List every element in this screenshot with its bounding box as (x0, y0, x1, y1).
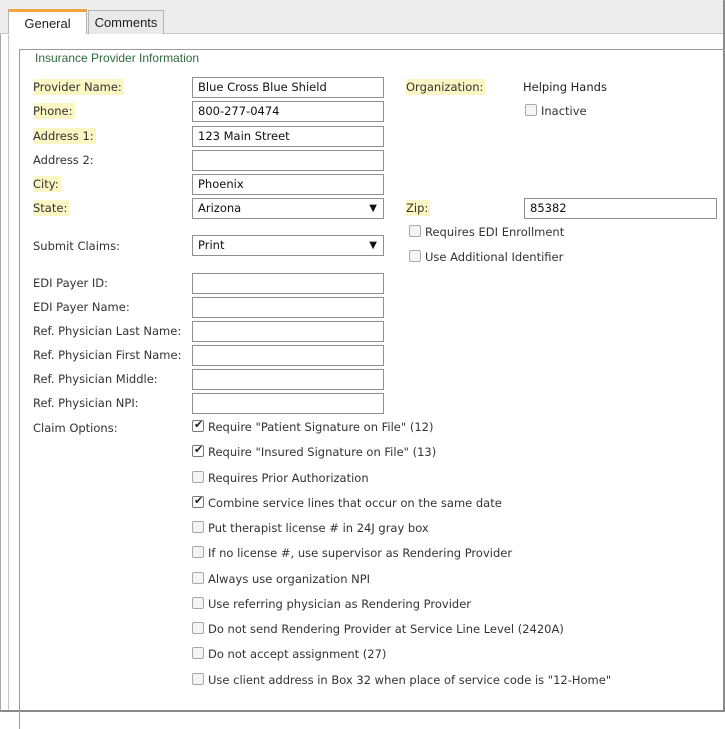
organization-value: Helping Hands (523, 80, 607, 94)
state-select[interactable]: Arizona ▼ (192, 198, 384, 219)
address1-label: Address 1: (33, 128, 96, 144)
claim-option-checkbox[interactable] (192, 546, 204, 558)
claim-option-label: Require "Insured Signature on File" (13) (208, 445, 437, 459)
ref-physician-middle-label: Ref. Physician Middle: (33, 372, 158, 386)
claim-option-label: Put therapist license # in 24J gray box (208, 521, 429, 535)
edi-payer-id-label: EDI Payer ID: (33, 276, 109, 290)
claim-option-checkbox[interactable]: ✔ (192, 418, 204, 432)
claim-option-label: Always use organization NPI (208, 572, 371, 586)
edi-payer-id-input[interactable] (192, 273, 384, 294)
ref-physician-first-input[interactable] (192, 345, 384, 366)
address2-input[interactable] (192, 150, 384, 171)
ref-physician-npi-label: Ref. Physician NPI: (33, 396, 139, 410)
checkmark-icon: ✔ (194, 418, 204, 431)
ref-physician-middle-input[interactable] (192, 369, 384, 390)
claim-option-checkbox[interactable] (192, 572, 204, 584)
organization-label: Organization: (406, 79, 486, 95)
phone-label: Phone: (33, 103, 75, 119)
additional-identifier-label: Use Additional Identifier (425, 250, 564, 264)
city-label: City: (33, 176, 61, 192)
phone-input[interactable]: 800-277-0474 (192, 101, 384, 122)
zip-input[interactable]: 85382 (524, 198, 717, 219)
inactive-label: Inactive (541, 104, 587, 118)
triangle-down-icon: ▼ (369, 203, 377, 214)
zip-label: Zip: (406, 200, 431, 216)
ref-physician-last-input[interactable] (192, 321, 384, 342)
tab-comments[interactable]: Comments (88, 10, 164, 34)
checkmark-icon: ✔ (194, 494, 204, 507)
provider-name-label: Provider Name: (33, 79, 124, 95)
address1-input[interactable]: 123 Main Street (192, 126, 384, 147)
submit-claims-value: Print (198, 238, 225, 252)
inactive-checkbox[interactable] (525, 104, 537, 116)
state-select-value: Arizona (198, 201, 242, 215)
tab-bar: General Comments (0, 0, 723, 34)
provider-name-input[interactable]: Blue Cross Blue Shield (192, 77, 384, 98)
claim-option-checkbox[interactable]: ✔ (192, 494, 204, 508)
claim-option-checkbox[interactable] (192, 647, 204, 659)
claim-option-checkbox[interactable]: ✔ (192, 443, 204, 457)
state-label: State: (33, 200, 70, 216)
additional-identifier-checkbox[interactable] (409, 250, 421, 262)
claim-option-checkbox[interactable] (192, 521, 204, 533)
triangle-down-icon: ▼ (369, 240, 377, 251)
claim-option-checkbox[interactable] (192, 622, 204, 634)
claim-option-label: Combine service lines that occur on the … (208, 496, 502, 510)
claim-options-label: Claim Options: (33, 421, 118, 435)
claim-option-label: Do not send Rendering Provider at Servic… (208, 622, 564, 636)
claim-option-checkbox[interactable] (192, 673, 204, 685)
ref-physician-last-label: Ref. Physician Last Name: (33, 324, 182, 338)
claim-option-label: If no license #, use supervisor as Rende… (208, 546, 513, 560)
ref-physician-first-label: Ref. Physician First Name: (33, 348, 182, 362)
city-input[interactable]: Phoenix (192, 174, 384, 195)
requires-edi-checkbox[interactable] (409, 225, 421, 237)
submit-claims-select[interactable]: Print ▼ (192, 235, 384, 256)
checkmark-icon: ✔ (194, 443, 204, 456)
claim-option-label: Use client address in Box 32 when place … (208, 673, 612, 687)
claim-option-label: Do not accept assignment (27) (208, 647, 387, 661)
claim-option-checkbox[interactable] (192, 597, 204, 609)
ref-physician-npi-input[interactable] (192, 393, 384, 414)
edi-payer-name-label: EDI Payer Name: (33, 300, 130, 314)
tab-general[interactable]: General (8, 9, 87, 34)
claim-option-label: Requires Prior Authorization (208, 471, 369, 485)
claim-option-checkbox[interactable] (192, 471, 204, 483)
address2-label: Address 2: (33, 153, 94, 167)
claim-option-label: Require "Patient Signature on File" (12) (208, 420, 434, 434)
submit-claims-label: Submit Claims: (33, 239, 120, 253)
requires-edi-label: Requires EDI Enrollment (425, 225, 565, 239)
claim-option-label: Use referring physician as Rendering Pro… (208, 597, 472, 611)
edi-payer-name-input[interactable] (192, 297, 384, 318)
section-legend: Insurance Provider Information (33, 51, 202, 65)
